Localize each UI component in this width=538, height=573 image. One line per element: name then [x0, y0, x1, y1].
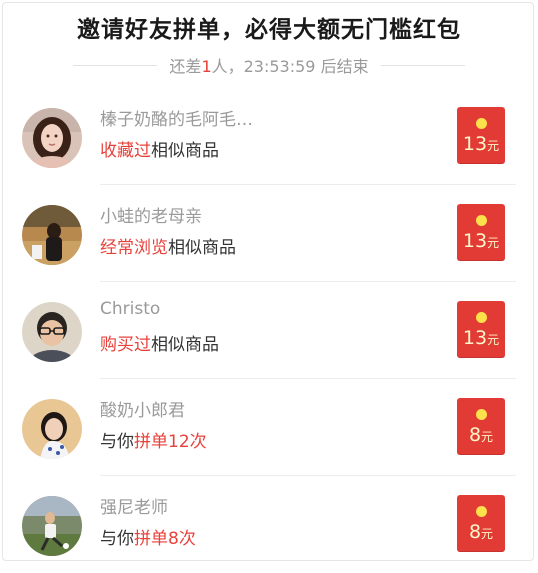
- relation-prefix: 与你: [100, 432, 134, 452]
- amount-unit: 元: [487, 139, 500, 153]
- packet-amount: 8元: [457, 521, 505, 543]
- relation-highlight: 拼单12次: [134, 432, 207, 452]
- user-relation: 与你拼单12次: [100, 427, 207, 452]
- countdown-prefix: 还差: [169, 57, 202, 76]
- list-item[interactable]: 小蛙的老母亲 经常浏览相似商品 13元: [10, 185, 526, 282]
- avatar: [22, 205, 82, 265]
- packet-amount: 13元: [457, 327, 505, 349]
- user-name: 小蛙的老母亲: [100, 207, 202, 227]
- countdown-line: 还差1人，23:53:59 后结束: [0, 52, 538, 78]
- relation-text: 相似商品: [168, 238, 236, 258]
- list-item[interactable]: 榛子奶酪的毛阿毛… 收藏过相似商品 13元: [10, 88, 526, 185]
- amount-value: 13: [462, 327, 488, 349]
- relation-highlight: 经常浏览: [100, 238, 168, 258]
- coin-icon: [476, 215, 487, 226]
- user-name: 强尼老师: [100, 498, 168, 518]
- user-relation: 购买过相似商品: [100, 330, 219, 355]
- red-packet[interactable]: 8元: [457, 495, 505, 552]
- countdown-count: 1: [201, 57, 212, 76]
- coin-icon: [476, 118, 487, 129]
- red-packet[interactable]: 13元: [457, 107, 505, 164]
- countdown-text: 还差1人，23:53:59 后结束: [169, 53, 368, 77]
- amount-value: 13: [462, 230, 488, 252]
- user-relation: 经常浏览相似商品: [100, 233, 236, 258]
- packet-amount: 13元: [457, 230, 505, 252]
- relation-highlight: 购买过: [100, 335, 151, 355]
- red-packet[interactable]: 13元: [457, 301, 505, 358]
- avatar: [22, 496, 82, 556]
- packet-amount: 13元: [457, 133, 505, 155]
- user-name: 榛子奶酪的毛阿毛…: [100, 110, 253, 130]
- coin-icon: [476, 506, 487, 517]
- relation-text: 相似商品: [151, 335, 219, 355]
- coin-icon: [476, 312, 487, 323]
- avatar: [22, 399, 82, 459]
- user-relation: 收藏过相似商品: [100, 136, 219, 161]
- amount-value: 8: [468, 424, 482, 446]
- user-name: Christo: [100, 299, 161, 319]
- divider-right: [380, 64, 465, 66]
- avatar: [22, 108, 82, 168]
- avatar: [22, 302, 82, 362]
- relation-highlight: 拼单8次: [134, 529, 196, 549]
- divider-left: [73, 64, 158, 66]
- user-relation: 与你拼单8次: [100, 524, 196, 549]
- amount-value: 8: [468, 521, 482, 543]
- packet-amount: 8元: [457, 424, 505, 446]
- coin-icon: [476, 409, 487, 420]
- red-packet[interactable]: 8元: [457, 398, 505, 455]
- amount-unit: 元: [487, 333, 500, 347]
- page-title: 邀请好友拼单，必得大额无门槛红包: [77, 17, 461, 43]
- list-item[interactable]: 强尼老师 与你拼单8次 8元: [10, 476, 526, 573]
- amount-unit: 元: [487, 236, 500, 250]
- red-packet[interactable]: 13元: [457, 204, 505, 261]
- countdown-suffix: 人，23:53:59 后结束: [211, 57, 369, 76]
- amount-unit: 元: [481, 527, 494, 541]
- list-item[interactable]: 酸奶小郎君 与你拼单12次 8元: [10, 379, 526, 476]
- relation-highlight: 收藏过: [100, 141, 151, 161]
- list-item[interactable]: Christo 购买过相似商品 13元: [10, 282, 526, 379]
- user-name: 酸奶小郎君: [100, 401, 185, 421]
- relation-prefix: 与你: [100, 529, 134, 549]
- relation-text: 相似商品: [151, 141, 219, 161]
- amount-value: 13: [462, 133, 488, 155]
- amount-unit: 元: [481, 430, 494, 444]
